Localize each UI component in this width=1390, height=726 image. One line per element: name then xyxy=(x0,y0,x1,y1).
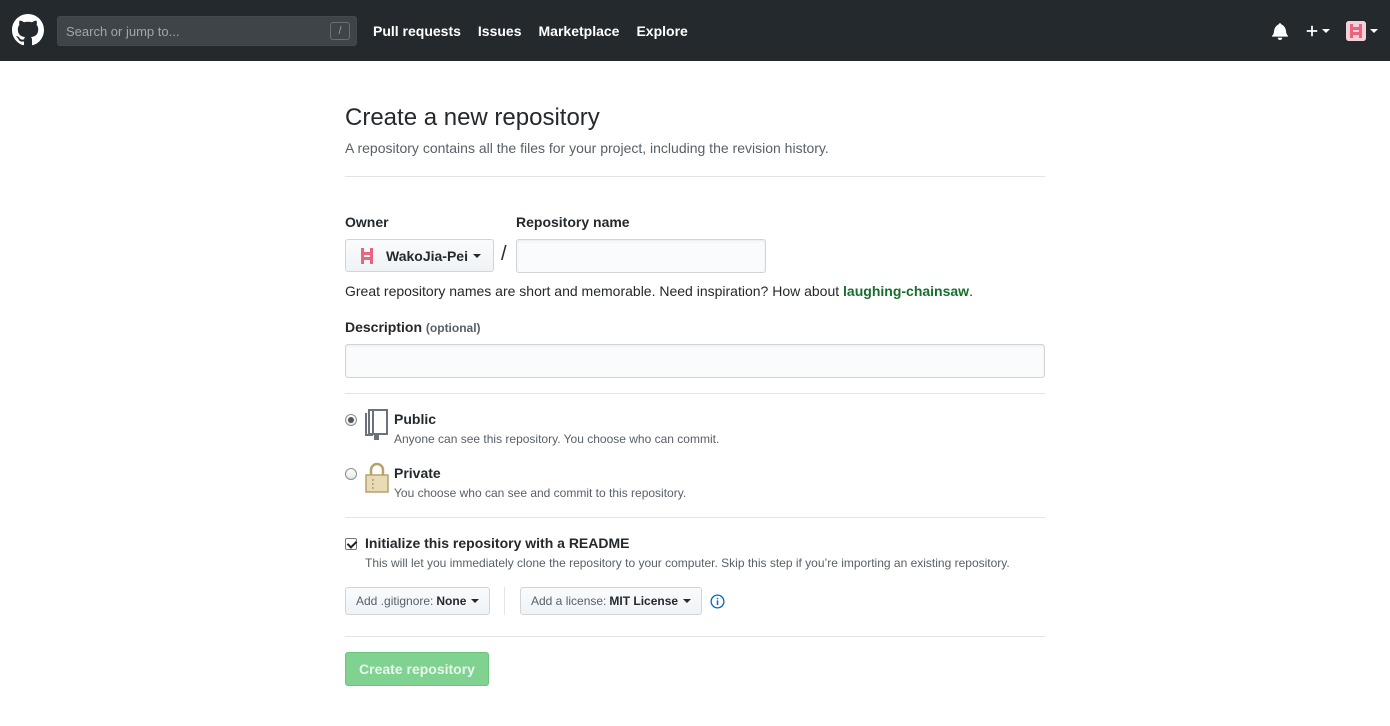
init-readme-title: Initialize this repository with a README xyxy=(365,535,630,551)
owner-repo-separator: / xyxy=(501,243,507,265)
create-repository-button[interactable]: Create repository xyxy=(345,652,489,686)
repo-name-input[interactable] xyxy=(516,239,766,273)
owner-name: WakoJia-Pei xyxy=(386,247,468,264)
public-radio[interactable] xyxy=(345,414,357,426)
identicon-icon xyxy=(1346,21,1366,41)
page-subtitle: A repository contains all the files for … xyxy=(345,140,829,156)
optional-note: (optional) xyxy=(425,321,481,335)
divider xyxy=(345,176,1045,177)
description-label-text: Description xyxy=(345,319,423,335)
suggested-repo-name-link[interactable]: laughing-chainsaw xyxy=(843,283,969,299)
nav-issues[interactable]: Issues xyxy=(478,23,522,39)
header-actions xyxy=(1272,20,1378,42)
lock-icon xyxy=(365,462,389,493)
owner-select-button[interactable]: WakoJia-Pei xyxy=(345,239,494,272)
header-nav: Pull requests Issues Marketplace Explore xyxy=(373,0,705,61)
public-option-title: Public xyxy=(394,411,437,427)
init-readme-checkbox[interactable] xyxy=(345,538,357,550)
license-value: MIT License xyxy=(609,594,679,608)
divider xyxy=(345,393,1045,394)
private-option-title: Private xyxy=(394,465,441,481)
chevron-down-icon xyxy=(1370,29,1378,33)
search-box[interactable]: / xyxy=(57,16,357,46)
nav-pull-requests[interactable]: Pull requests xyxy=(373,23,461,39)
github-logo-icon[interactable] xyxy=(12,14,44,46)
global-header: / Pull requests Issues Marketplace Explo… xyxy=(0,0,1390,61)
repo-name-hint: Great repository names are short and mem… xyxy=(345,283,973,299)
bell-icon[interactable] xyxy=(1272,22,1288,40)
public-option-desc: Anyone can see this repository. You choo… xyxy=(394,432,720,446)
chevron-down-icon xyxy=(1322,29,1330,33)
page-title: Create a new repository xyxy=(345,104,600,131)
gitignore-value: None xyxy=(436,594,467,608)
divider xyxy=(504,587,505,615)
repo-icon xyxy=(365,409,388,440)
user-menu-dropdown[interactable] xyxy=(1346,21,1378,41)
init-readme-desc: This will let you immediately clone the … xyxy=(365,556,1010,570)
nav-marketplace[interactable]: Marketplace xyxy=(539,23,620,39)
divider xyxy=(345,517,1045,518)
private-radio[interactable] xyxy=(345,468,357,480)
description-input[interactable] xyxy=(345,344,1045,378)
gitignore-select-button[interactable]: Add .gitignore: None xyxy=(345,587,491,615)
repo-name-label: Repository name xyxy=(516,214,630,230)
private-option-desc: You choose who can see and commit to thi… xyxy=(394,486,687,500)
info-icon[interactable] xyxy=(710,594,725,609)
owner-avatar-icon xyxy=(361,247,373,264)
nav-explore[interactable]: Explore xyxy=(636,23,687,39)
search-shortcut-key: / xyxy=(330,22,350,40)
chevron-down-icon xyxy=(472,253,481,258)
license-prefix: Add a license: xyxy=(531,594,607,608)
hint-text: Great repository names are short and mem… xyxy=(345,283,844,299)
license-select-button[interactable]: Add a license: MIT License xyxy=(520,587,703,615)
gitignore-prefix: Add .gitignore: xyxy=(356,594,434,608)
chevron-down-icon xyxy=(683,599,692,603)
plus-icon xyxy=(1306,25,1318,37)
chevron-down-icon xyxy=(471,599,480,603)
avatar xyxy=(1346,21,1366,41)
divider xyxy=(345,636,1045,637)
hint-suffix: . xyxy=(969,283,973,299)
search-input[interactable] xyxy=(58,17,356,45)
description-label: Description (optional) xyxy=(345,319,481,335)
create-new-dropdown[interactable] xyxy=(1306,24,1330,38)
owner-label: Owner xyxy=(345,214,389,230)
